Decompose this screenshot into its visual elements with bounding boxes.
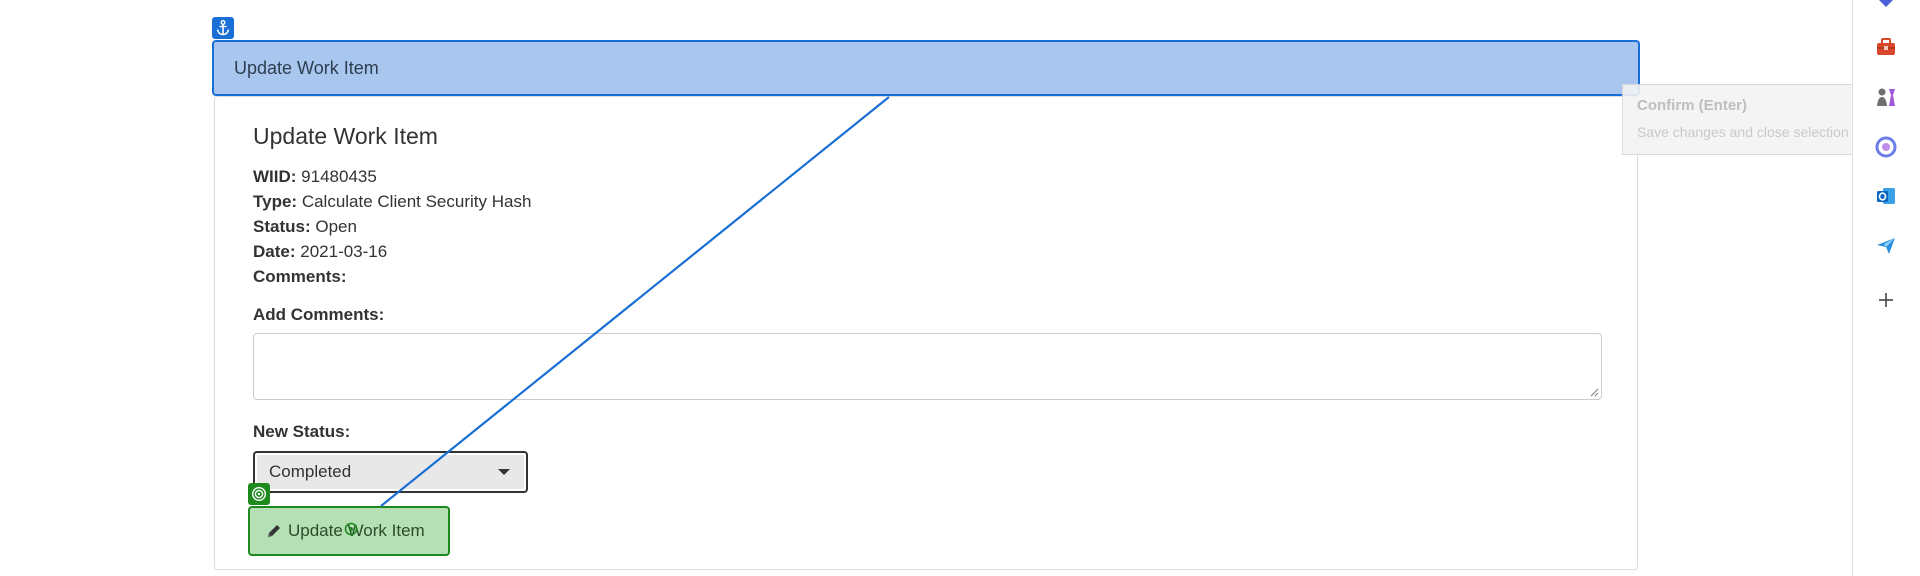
field-label: Comments: [253, 267, 347, 286]
field-status: Status: Open [253, 217, 357, 237]
anchor-icon[interactable] [212, 17, 234, 39]
diamond-icon[interactable] [1873, 0, 1899, 12]
field-value: 2021-03-16 [300, 242, 388, 261]
field-label: WIID: [253, 167, 297, 186]
field-value: 91480435 [301, 167, 377, 186]
new-status-label: New Status: [253, 422, 351, 441]
comments-textarea[interactable] [253, 333, 1602, 400]
toolbox-icon[interactable] [1873, 34, 1899, 60]
panel-title: Update Work Item [253, 123, 438, 149]
add-icon[interactable] [1873, 287, 1899, 313]
field-comments: Comments: [253, 267, 347, 287]
header-title: Update Work Item [234, 57, 379, 78]
field-value: Open [315, 217, 357, 236]
send-icon[interactable] [1873, 233, 1899, 259]
pencil-icon [266, 523, 282, 539]
caret-down-icon [498, 469, 510, 475]
field-wiid: WIID: 91480435 [253, 167, 377, 187]
target-icon[interactable] [248, 483, 270, 505]
outlook-icon[interactable] [1873, 183, 1899, 209]
field-value: Calculate Client Security Hash [301, 192, 532, 211]
field-type: Type: Calculate Client Security Hash [253, 192, 531, 212]
anchor-header-bar[interactable]: Update Work Item [212, 40, 1640, 96]
field-label: Date: [253, 242, 296, 261]
right-sidebar [1852, 0, 1920, 576]
new-status-value: Completed [269, 462, 352, 481]
resize-grip-icon[interactable] [1590, 388, 1599, 397]
work-item-panel: Update Work Item WIID: 91480435 Type: Ca… [214, 96, 1638, 570]
copilot-icon[interactable] [1873, 134, 1899, 160]
target-marker-icon [344, 522, 358, 536]
field-label: Status: [253, 217, 311, 236]
add-comments-label: Add Comments: [253, 305, 385, 324]
new-status-select[interactable]: Completed [253, 451, 528, 493]
field-date: Date: 2021-03-16 [253, 242, 387, 262]
chess-pieces-icon[interactable] [1873, 84, 1899, 110]
field-label: Type: [253, 192, 298, 211]
